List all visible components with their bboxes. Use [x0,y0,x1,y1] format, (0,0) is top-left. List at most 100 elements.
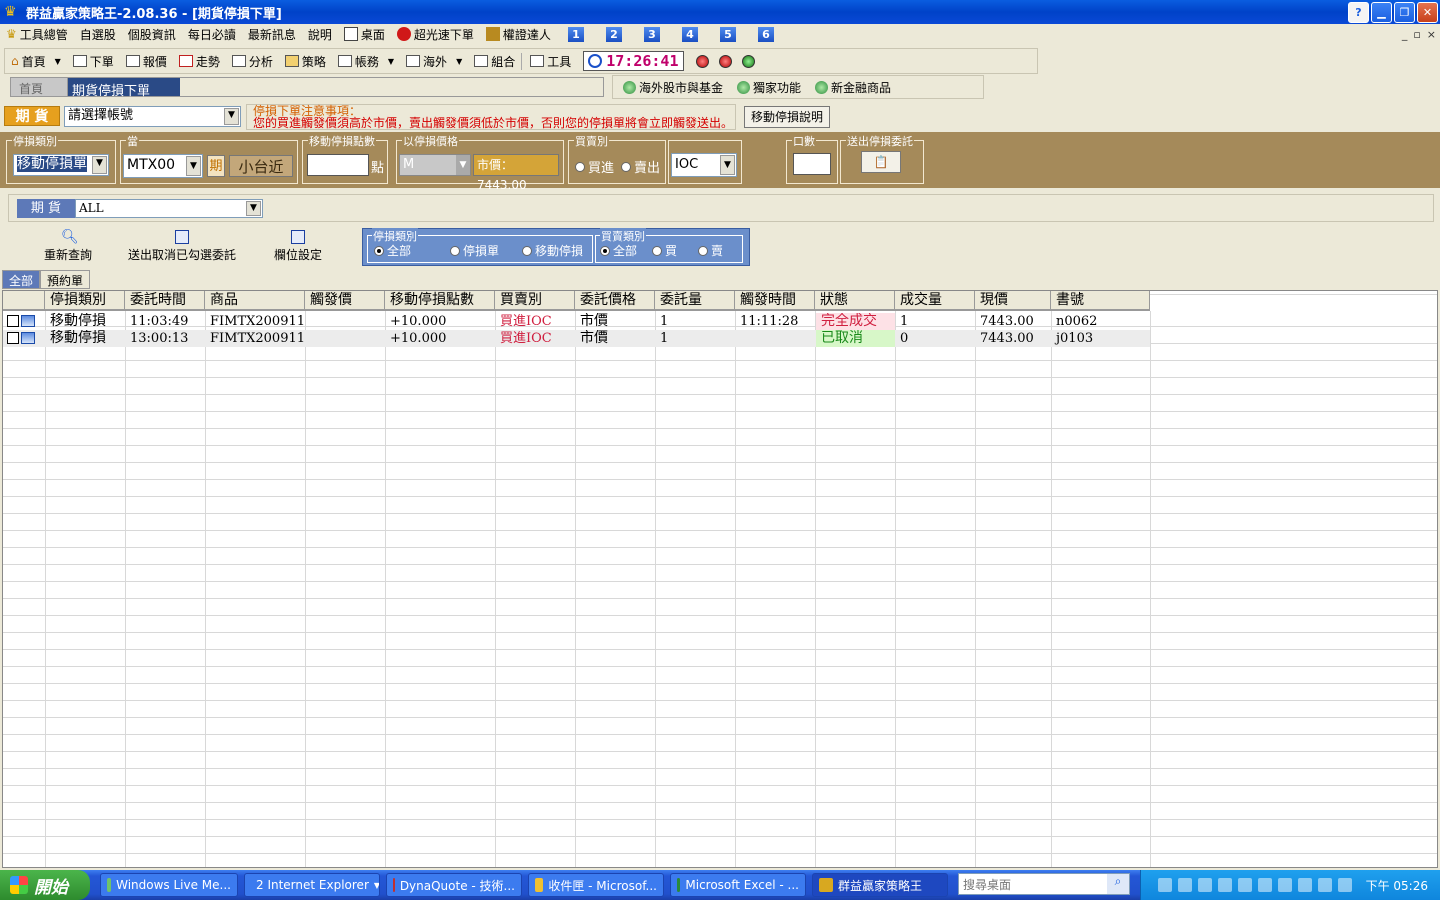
restore-button[interactable]: ❐ [1394,1,1415,23]
side-sell-radio[interactable]: 賣 [698,242,723,259]
toolbar-overseas[interactable]: 海外 ▼ [400,53,468,70]
arrow-left-icon[interactable] [1197,878,1212,892]
help-button[interactable]: ? [1348,1,1369,23]
stop-type-select[interactable]: 移動停損單 ▼ [13,154,109,176]
menu-desktop[interactable]: 桌面 [338,26,391,43]
search-icon[interactable]: ⌕ [1107,874,1129,894]
detail-window-icon[interactable] [21,332,35,344]
filter-product-select[interactable]: ALL ▼ [75,199,263,218]
menu-help[interactable]: 說明 [302,26,338,43]
minimize-button[interactable]: ▁ [1371,1,1392,23]
layout-4-button[interactable]: 4 [681,26,698,42]
product-select[interactable]: MTX00 ▼ [123,154,203,178]
mdi-restore-button[interactable]: ▫ [1413,28,1420,41]
layout-5-button[interactable]: 5 [719,26,736,42]
quantity-input[interactable] [793,153,831,175]
toolbar-strategy[interactable]: 策略 [279,53,332,70]
taskbar-item-messenger[interactable]: Windows Live Me... [100,873,238,897]
buy-radio[interactable]: 買進 [575,157,614,176]
tab-home[interactable]: 首頁 [11,78,68,96]
cancel-selected-button[interactable]: 送出取消已勾選委託 [128,230,236,263]
start-button[interactable]: 開始 [0,870,90,900]
header-order-qty[interactable]: 委託量 [655,291,735,310]
toolbar-trend[interactable]: 走勢 [173,53,226,70]
toolbar-quote[interactable]: 報價 [120,53,173,70]
requery-button[interactable]: 🔍︎ 重新查詢 [44,230,92,263]
layout-6-button[interactable]: 6 [757,26,774,42]
header-order-time[interactable]: 委託時間 [125,291,205,310]
taskbar-item-dynaquote[interactable]: DynaQuote - 技術... [386,873,522,897]
toolbar-home[interactable]: ⌂ 首頁 ▼ [5,53,67,70]
pen-icon[interactable] [1177,878,1192,892]
link-new-products[interactable]: 新金融商品 [815,79,891,96]
header-status[interactable]: 狀態 [815,291,895,310]
user-icon[interactable] [1277,878,1292,892]
clock-icon[interactable] [1217,878,1232,892]
table-row[interactable]: 移動停損 13:00:13 FIMTX200911 +10.000 買進IOC … [3,330,1150,347]
header-stop-type[interactable]: 停損類別 [45,291,125,310]
search-icon[interactable] [1317,878,1332,892]
header-filled-qty[interactable]: 成交量 [895,291,975,310]
menu-news[interactable]: 最新訊息 [242,26,302,43]
header-trailing-points[interactable]: 移動停損點數 [385,291,495,310]
type-trailing-radio[interactable]: 移動停損 [522,242,583,259]
menu-watchlist[interactable]: 自選股 [74,26,122,43]
link-overseas-funds[interactable]: 海外股市與基金 [623,79,723,96]
header-trigger-price[interactable]: 觸發價 [305,291,385,310]
row-checkbox[interactable] [7,315,19,327]
toolbar-combo[interactable]: 組合 [468,53,521,70]
menu-fast-order[interactable]: 超光速下單 [391,26,480,43]
taskbar-item-strategy-king[interactable]: 群益贏家策略王 [812,873,948,897]
tab-all[interactable]: 全部 [2,270,41,289]
toolbar-account[interactable]: 帳務 ▼ [332,53,400,70]
header-current-price[interactable]: 現價 [975,291,1051,310]
column-settings-button[interactable]: 欄位設定 [274,230,322,263]
toolbar-tools[interactable]: 工具 [521,52,577,70]
sell-radio[interactable]: 賣出 [621,157,660,176]
status-light-red-icon[interactable] [718,54,732,68]
trailing-points-input[interactable] [307,154,369,176]
side-buy-radio[interactable]: 買 [652,242,677,259]
tab-reserved[interactable]: 預約單 [40,270,91,289]
close-button[interactable]: ✕ [1417,1,1438,23]
menu-warrant[interactable]: 權證達人 [480,26,557,43]
trailing-stop-help-button[interactable]: 移動停損說明 [744,106,830,128]
side-all-radio[interactable]: 全部 [600,242,637,259]
taskbar-item-excel[interactable]: Microsoft Excel - ... [670,873,806,897]
type-stop-radio[interactable]: 停損單 [450,242,499,259]
header-side[interactable]: 買賣別 [495,291,575,310]
menu-stock-info[interactable]: 個股資訊 [122,26,182,43]
volume-icon[interactable] [1337,878,1352,892]
mdi-close-button[interactable]: × [1427,28,1436,41]
keyboard-icon[interactable] [1157,878,1172,892]
header-book-no[interactable]: 書號 [1051,291,1150,310]
layout-2-button[interactable]: 2 [605,26,622,42]
network-icon[interactable] [1297,878,1312,892]
link-exclusive-features[interactable]: 獨家功能 [737,79,801,96]
submit-stop-order-button[interactable]: 📋 [861,151,901,173]
detail-window-icon[interactable] [21,315,35,327]
time-in-force-select[interactable]: IOC ▼ [671,153,737,177]
header-product[interactable]: 商品 [205,291,305,310]
table-row[interactable]: 移動停損 11:03:49 FIMTX200911 +10.000 買進IOC … [3,313,1150,330]
layout-1-button[interactable]: 1 [567,26,584,42]
tab-futures-stop-order[interactable]: 期貨停損下單 [68,78,180,99]
menu-daily[interactable]: 每日必讀 [182,26,242,43]
desktop-search-input[interactable]: 搜尋桌面 ⌕ [958,873,1130,895]
crown-icon[interactable] [1257,878,1272,892]
price-mode-select[interactable]: M ▼ [399,154,471,176]
status-light-red-icon[interactable] [695,54,709,68]
header-trigger-time[interactable]: 觸發時間 [735,291,815,310]
chart-icon[interactable] [1237,878,1252,892]
toolbar-analysis[interactable]: 分析 [226,53,279,70]
header-order-price[interactable]: 委託價格 [575,291,655,310]
taskbar-item-ie[interactable]: 2 Internet Explorer ▼ [244,873,380,897]
toolbar-order[interactable]: 下單 [67,53,120,70]
layout-3-button[interactable]: 3 [643,26,660,42]
type-all-radio[interactable]: 全部 [374,242,411,259]
status-light-green-icon[interactable] [741,54,755,68]
row-checkbox[interactable] [7,332,19,344]
account-select[interactable]: 請選擇帳號 ▼ [64,106,241,127]
mdi-minimize-button[interactable]: _ [1402,28,1408,41]
taskbar-item-outlook[interactable]: 收件匣 - Microsof... [528,873,664,897]
